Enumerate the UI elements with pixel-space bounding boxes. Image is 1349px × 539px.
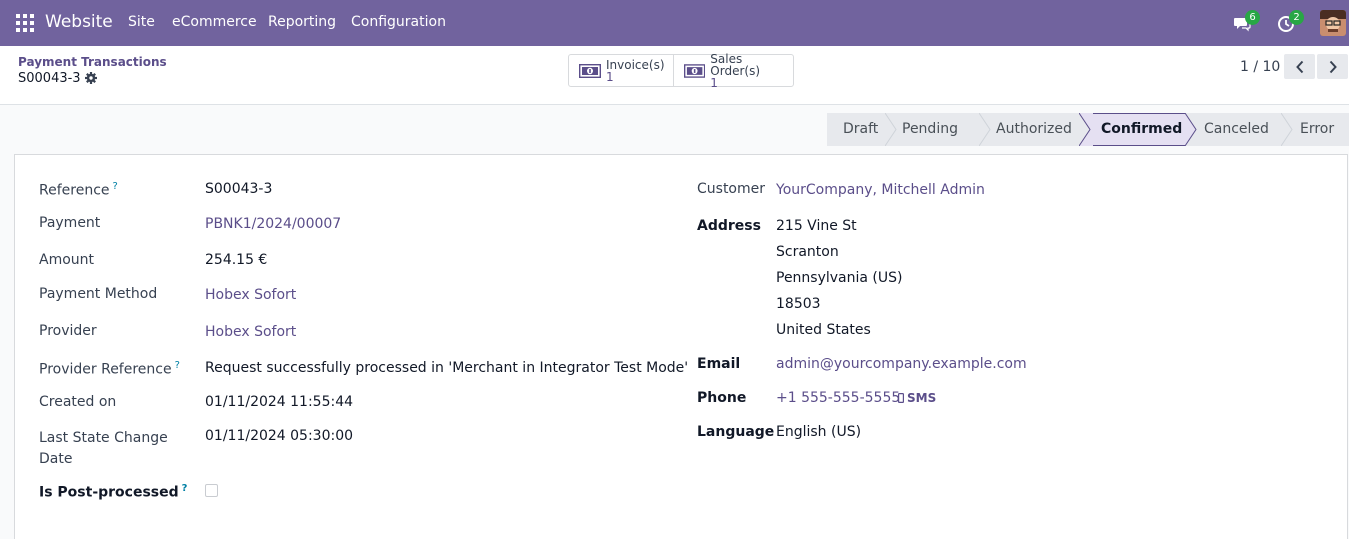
help-icon[interactable]: ? (182, 483, 188, 494)
payment-method-link[interactable]: Hobex Sofort (205, 287, 296, 303)
sales-orders-label: Sales Order(s) (710, 51, 760, 78)
address-line-zip[interactable]: 18503 (776, 296, 821, 312)
provider-label: Provider (39, 323, 97, 339)
address-line-country[interactable]: United States (776, 322, 871, 338)
apps-menu-icon[interactable] (16, 14, 34, 32)
stage-separator (885, 113, 899, 146)
payment-link[interactable]: PBNK1/2024/00007 (205, 216, 341, 232)
sales-orders-count: 1 (710, 75, 718, 90)
breadcrumb-payment-transactions[interactable]: Payment Transactions (18, 55, 167, 69)
chevron-right-icon (1329, 60, 1337, 73)
money-icon (684, 63, 706, 78)
invoices-label: Invoice(s) (606, 57, 665, 72)
menu-ecommerce[interactable]: eCommerce (172, 14, 257, 30)
stage-canceled[interactable]: Canceled (1199, 113, 1281, 146)
stage-canceled-label: Canceled (1204, 121, 1269, 137)
messages-button[interactable]: 6 (1233, 10, 1260, 33)
user-avatar[interactable] (1320, 10, 1346, 36)
status-bar: Draft Pending Authorized Confirmed Cance… (827, 113, 1349, 146)
provider-link[interactable]: Hobex Sofort (205, 324, 296, 340)
address-line-city[interactable]: Scranton (776, 244, 839, 260)
provider-reference-label: Provider Reference? (39, 360, 180, 378)
customer-label: Customer (697, 181, 766, 197)
stage-separator (979, 113, 993, 146)
stage-separator (1185, 113, 1199, 146)
stage-error[interactable]: Error (1295, 113, 1349, 146)
created-on-value: 01/11/2024 11:55:44 (205, 394, 354, 410)
amount-value: 254.15 € (205, 252, 268, 268)
pager-next-button[interactable] (1317, 54, 1348, 79)
record-name: S00043-3 (18, 71, 81, 86)
language-value[interactable]: English (US) (776, 424, 861, 440)
sms-button[interactable]: SMS (898, 391, 936, 405)
is-post-processed-checkbox[interactable] (205, 484, 218, 497)
last-state-change-label: Last State Change Date (39, 430, 168, 467)
pager-previous-button[interactable] (1284, 54, 1315, 79)
email-link[interactable]: admin@yourcompany.example.com (776, 356, 1027, 372)
stage-confirmed[interactable]: Confirmed (1093, 113, 1185, 146)
reference-value[interactable]: S00043-3 (205, 181, 272, 197)
help-icon[interactable]: ? (175, 360, 180, 371)
menu-reporting[interactable]: Reporting (268, 14, 336, 30)
phone-link[interactable]: +1 555-555-5555 (776, 390, 900, 406)
customer-link[interactable]: YourCompany, Mitchell Admin (776, 182, 985, 198)
top-navbar: Website Site eCommerce Reporting Configu… (0, 0, 1349, 46)
provider-reference-value[interactable]: Request successfully processed in 'Merch… (205, 360, 688, 376)
sales-orders-smart-button[interactable]: Sales Order(s) 1 (673, 51, 793, 90)
stage-draft[interactable]: Draft (827, 113, 885, 146)
stage-draft-label: Draft (843, 121, 879, 137)
stage-authorized-label: Authorized (996, 121, 1072, 137)
stage-confirmed-label: Confirmed (1101, 121, 1183, 137)
amount-label: Amount (39, 252, 95, 268)
pager-value[interactable]: 1 / 10 (1240, 59, 1280, 75)
messages-count-badge: 6 (1245, 10, 1260, 25)
last-state-change-value: 01/11/2024 05:30:00 (205, 428, 354, 444)
stage-pending-label: Pending (902, 121, 958, 137)
chevron-left-icon (1295, 60, 1303, 73)
stage-separator (1281, 113, 1295, 146)
menu-site[interactable]: Site (128, 14, 155, 30)
app-brand[interactable]: Website (45, 12, 113, 32)
menu-configuration[interactable]: Configuration (351, 14, 446, 30)
address-line-state[interactable]: Pennsylvania (US) (776, 270, 903, 286)
email-label: Email (697, 356, 741, 372)
help-icon[interactable]: ? (113, 181, 118, 192)
money-icon (579, 63, 601, 78)
stage-separator (1079, 113, 1093, 146)
payment-label: Payment (39, 215, 101, 231)
is-post-processed-label: Is Post-processed? (39, 483, 188, 501)
invoices-count: 1 (606, 69, 614, 84)
stage-error-label: Error (1300, 121, 1335, 137)
stage-pending[interactable]: Pending (899, 113, 979, 146)
mobile-icon (898, 393, 905, 404)
gear-icon[interactable] (85, 72, 97, 84)
address-label: Address (697, 218, 761, 234)
payment-method-label: Payment Method (39, 286, 158, 302)
form-sheet (14, 154, 1348, 539)
activities-button[interactable]: 2 (1277, 10, 1304, 33)
created-on-label: Created on (39, 394, 117, 410)
invoices-smart-button[interactable]: Invoice(s) 1 (569, 55, 673, 86)
stage-authorized[interactable]: Authorized (993, 113, 1079, 146)
smart-buttons: Invoice(s) 1 Sales Order(s) 1 (568, 51, 794, 90)
reference-label: Reference? (39, 181, 118, 199)
activities-count-badge: 2 (1289, 10, 1304, 25)
address-line-street[interactable]: 215 Vine St (776, 218, 857, 234)
phone-label: Phone (697, 390, 747, 406)
language-label: Language (697, 424, 775, 440)
